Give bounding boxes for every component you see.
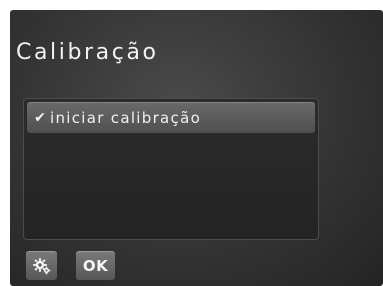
list-item-label: iniciar calibração — [50, 108, 202, 127]
page-title: Calibração — [16, 40, 159, 65]
ok-button[interactable]: OK — [76, 251, 115, 280]
checkmark-icon: ✔ — [34, 109, 46, 126]
device-frame: Calibração ✔ iniciar calibração OK — [0, 0, 383, 286]
option-list: ✔ iniciar calibração — [23, 98, 319, 240]
gears-icon — [32, 257, 50, 274]
settings-button[interactable] — [26, 251, 57, 280]
device-screen: Calibração ✔ iniciar calibração OK — [10, 10, 383, 286]
list-item-iniciar-calibracao[interactable]: ✔ iniciar calibração — [27, 102, 315, 133]
